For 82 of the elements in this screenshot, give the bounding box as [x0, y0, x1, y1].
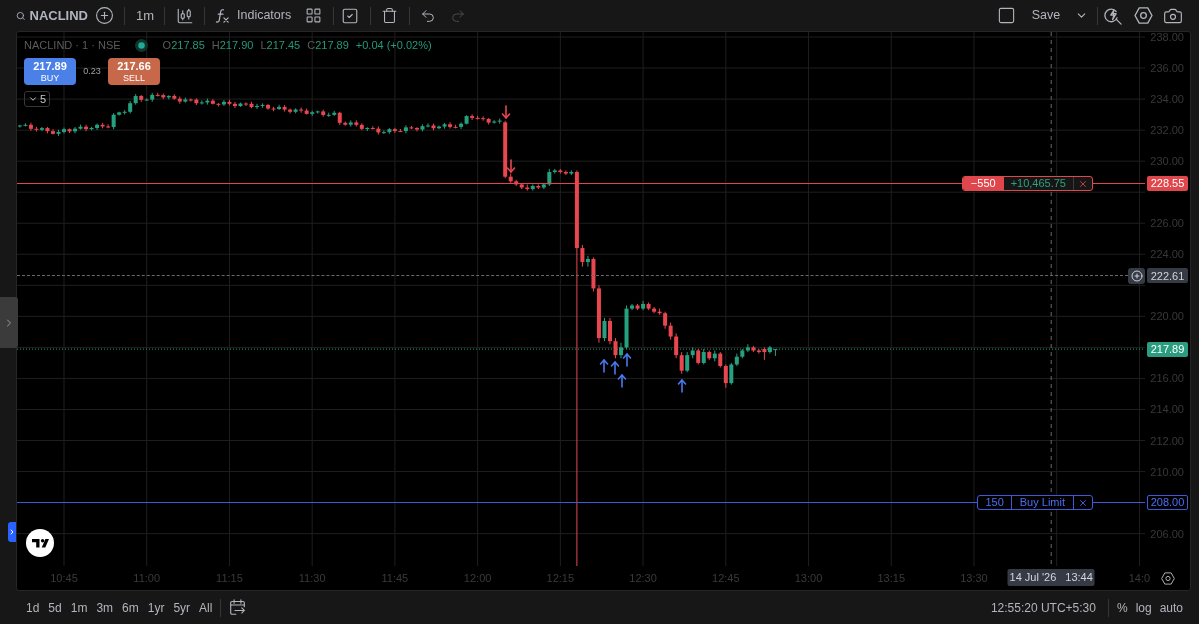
spread-value: 0.23 — [82, 64, 102, 78]
candlestick-icon — [176, 6, 194, 25]
close-icon — [1078, 497, 1088, 508]
undo-icon — [420, 7, 437, 24]
time-label: 11:30 — [298, 571, 326, 585]
add-button[interactable] — [1128, 267, 1145, 284]
time-label: 11:45 — [381, 571, 409, 585]
price-label: 224.00 — [1150, 247, 1184, 262]
range-button[interactable]: 1m — [66, 595, 92, 620]
ohlc-value: L217.45 — [260, 37, 301, 53]
position-quantity: −550 — [962, 177, 1004, 191]
order-price-tag: 208.00 — [1147, 495, 1188, 511]
panel-handle[interactable] — [8, 522, 16, 542]
price-label: 214.00 — [1150, 402, 1184, 417]
up-arrow-icon — [610, 361, 620, 375]
ohlc-value: O217.85 — [162, 37, 205, 53]
legend-toggle-button[interactable]: 5 — [24, 91, 50, 107]
range-button[interactable]: 5d — [44, 595, 66, 620]
up-arrow-icon — [617, 374, 627, 388]
search-icon — [1104, 6, 1122, 25]
change-value: +0.04 (+0.02%) — [355, 37, 432, 53]
price-label: 236.00 — [1150, 61, 1184, 76]
time-label: 13:15 — [877, 571, 905, 585]
function-icon — [215, 7, 230, 24]
checkbox-icon — [341, 6, 360, 25]
range-button[interactable]: All — [195, 595, 217, 620]
price-label: 234.00 — [1150, 92, 1184, 107]
redo-icon — [450, 7, 467, 24]
chevron-down-icon — [27, 94, 38, 104]
ohlc-value: C217.89 — [307, 37, 349, 53]
up-arrow-icon — [599, 359, 609, 373]
time-label: 13:30 — [960, 571, 988, 585]
time-label: 14:0 — [1128, 571, 1151, 585]
time-label: 11:00 — [133, 571, 161, 585]
buy-button[interactable]: 217.89 BUY — [24, 58, 76, 85]
order-type: Buy Limit — [1010, 496, 1073, 510]
crosshair-date: 14 Jul '26 — [1009, 570, 1057, 586]
range-button[interactable]: 3m — [92, 595, 118, 620]
price-label: 230.00 — [1150, 154, 1184, 169]
last-price-tag: 217.89 — [1147, 341, 1188, 357]
crosshair-time: 13:44 — [1065, 570, 1093, 586]
sidebar-toggle-button[interactable] — [0, 297, 18, 348]
down-arrow-icon — [501, 105, 511, 119]
scale-option-button[interactable]: auto — [1155, 595, 1187, 620]
scale-option-button[interactable]: log — [1131, 595, 1156, 620]
symbol-title: NACLIND · 1 · NSE — [24, 37, 121, 53]
crosshair-price-tag: 222.61 — [1147, 268, 1188, 284]
interval-button[interactable]: 1m — [127, 1, 163, 30]
range-button[interactable]: 1d — [22, 595, 44, 620]
logo-icon — [26, 529, 54, 557]
position-price-tag: 228.55 — [1147, 176, 1188, 192]
time-label: 12:45 — [712, 571, 740, 585]
up-arrow-icon — [622, 353, 632, 367]
time-label: 12:00 — [463, 571, 492, 585]
chevron-right-icon — [8, 528, 16, 536]
settings-icon — [1133, 7, 1153, 24]
trash-icon — [380, 7, 398, 24]
calendar-icon — [228, 599, 246, 616]
range-button[interactable]: 1yr — [143, 595, 169, 620]
save-button[interactable]: Save — [1021, 1, 1071, 30]
range-button[interactable]: 5yr — [169, 595, 195, 620]
order-quantity: 150 — [984, 496, 1005, 510]
square-icon — [996, 6, 1016, 25]
up-arrow-icon — [677, 379, 687, 393]
time-label: 12:30 — [629, 571, 657, 585]
down-arrow-icon — [506, 159, 516, 173]
profit-value: +10,465.75 — [1009, 177, 1067, 191]
clock-time: 12:55:20 UTC+5:30 — [990, 599, 1096, 617]
settings-icon[interactable] — [1160, 571, 1175, 585]
plus-circle-icon — [94, 6, 114, 25]
sell-button[interactable]: 217.66 SELL — [108, 58, 160, 85]
price-label: 232.00 — [1150, 123, 1184, 138]
indicators-button[interactable]: Indicators — [207, 1, 300, 30]
range-button[interactable]: 6m — [118, 595, 143, 620]
time-label: 13:00 — [794, 571, 823, 585]
scale-option-button[interactable]: % — [1112, 595, 1132, 620]
symbol-search-button[interactable]: NACLIND — [14, 2, 88, 29]
time-label: 10:45 — [50, 571, 78, 585]
price-label: 238.00 — [1150, 32, 1184, 44]
grid-icon — [304, 7, 322, 24]
ohlc-value: H217.90 — [211, 37, 254, 53]
plus-circle-icon — [1130, 269, 1143, 282]
